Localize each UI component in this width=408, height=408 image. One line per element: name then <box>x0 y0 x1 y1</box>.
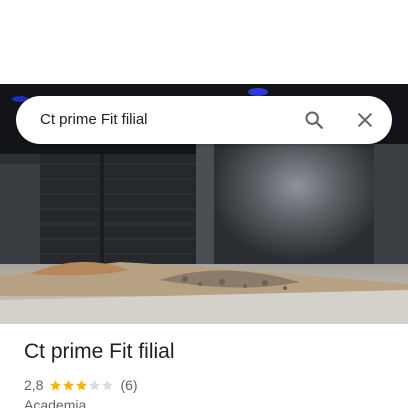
star-empty-icon <box>89 379 101 390</box>
search-bar[interactable]: Ct prime Fit filial <box>16 96 392 144</box>
review-count[interactable]: (6) <box>120 377 137 393</box>
star-rating <box>49 379 114 392</box>
search-input[interactable]: Ct prime Fit filial <box>40 96 148 144</box>
star-filled-icon <box>50 379 62 390</box>
place-title: Ct prime Fit filial <box>24 340 175 363</box>
rating-value: 2,8 <box>24 377 44 393</box>
search-button[interactable] <box>298 104 330 136</box>
place-panel: Ct prime Fit filial Ct prime Fit filial … <box>0 0 408 408</box>
star-empty-icon <box>102 379 114 390</box>
search-icon <box>305 111 323 129</box>
top-blank-area <box>0 0 408 84</box>
close-button[interactable] <box>349 104 381 136</box>
star-filled-icon <box>63 379 75 390</box>
star-filled-icon <box>76 379 88 390</box>
close-icon <box>358 113 372 127</box>
rating-row[interactable]: 2,8 (6) <box>24 376 138 394</box>
place-category[interactable]: Academia <box>24 397 86 408</box>
